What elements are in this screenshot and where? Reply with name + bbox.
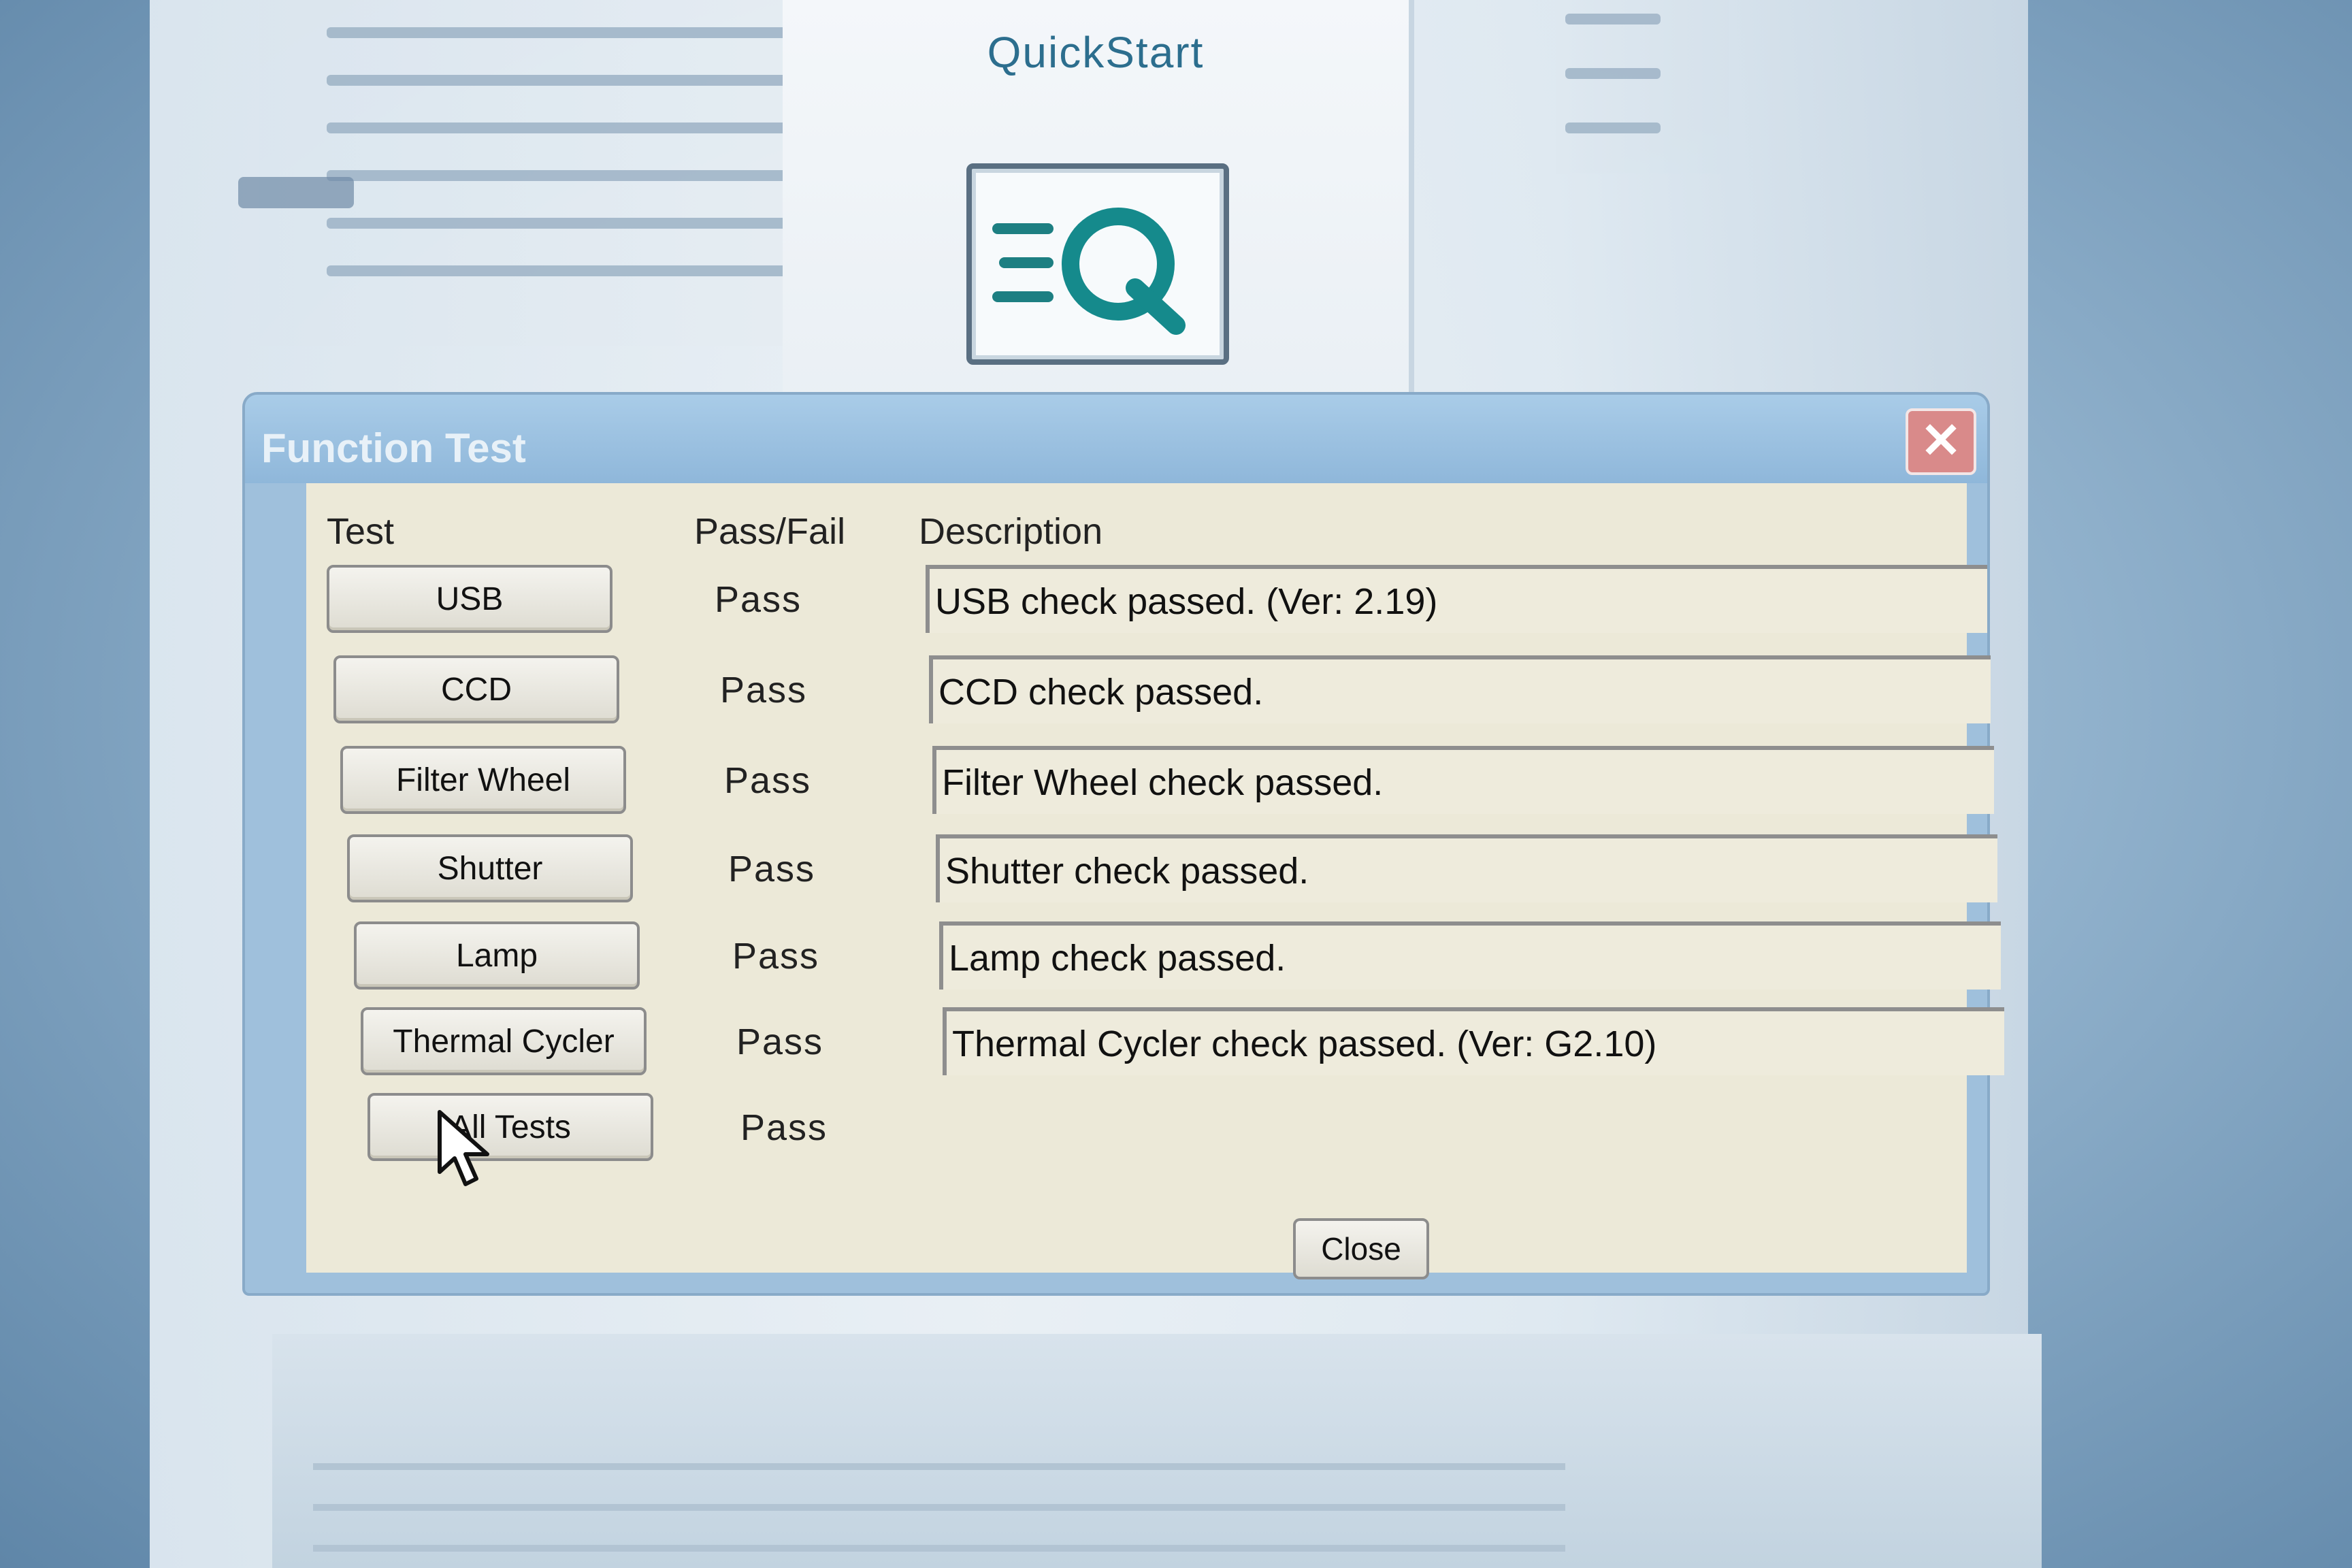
table-row: CCD Pass CCD check passed. [306, 655, 1991, 737]
close-icon: ✕ [1920, 414, 1962, 468]
table-row: Thermal Cycler Pass Thermal Cycler check… [306, 1007, 2004, 1089]
description-field: Shutter check passed. [936, 834, 1997, 902]
all-tests-button[interactable]: All Tests [368, 1093, 653, 1161]
description-field: CCD check passed. [929, 655, 1991, 723]
quickstart-panel: QuickStart [783, 0, 1409, 436]
instrument-logo [238, 177, 354, 208]
ccd-test-button[interactable]: CCD [333, 655, 619, 723]
table-row: All Tests Pass [306, 1093, 1967, 1175]
description-field: Thermal Cycler check passed. (Ver: G2.10… [943, 1007, 2004, 1075]
description-field: Lamp check passed. [939, 921, 2001, 990]
lamp-test-button[interactable]: Lamp [354, 921, 640, 990]
header-description: Description [919, 511, 1103, 552]
base-line [313, 1463, 1565, 1470]
instrument-base [272, 1334, 2042, 1568]
pass-fail-value: Pass [740, 1107, 828, 1148]
pass-fail-value: Pass [720, 670, 808, 710]
close-button[interactable]: Close [1293, 1218, 1429, 1279]
dialog-body: Test Pass/Fail Description USB Pass USB … [306, 483, 2004, 1279]
vent-line [1565, 68, 1661, 79]
table-row: Shutter Pass Shutter check passed. [306, 834, 1997, 916]
pass-fail-value: Pass [728, 849, 816, 889]
thermal-cycler-test-button[interactable]: Thermal Cycler [361, 1007, 647, 1075]
quickstart-title: QuickStart [987, 28, 1205, 77]
eq-logo-svg [992, 208, 1186, 335]
pass-fail-value: Pass [715, 579, 802, 620]
function-test-dialog: Function Test ✕ Test Pass/Fail Descripti… [245, 395, 2004, 1293]
mouse-pointer-icon [438, 1110, 489, 1186]
base-line [313, 1545, 1565, 1552]
description-field: USB check passed. (Ver: 2.19) [926, 565, 1987, 633]
header-pass-fail: Pass/Fail [694, 511, 846, 552]
base-line [313, 1504, 1565, 1511]
header-test: Test [327, 511, 395, 552]
vent-line [1565, 122, 1661, 133]
shutter-test-button[interactable]: Shutter [347, 834, 633, 902]
table-row: Filter Wheel Pass Filter Wheel check pas… [306, 746, 1994, 828]
table-row: Lamp Pass Lamp check passed. [306, 921, 2001, 1003]
pass-fail-value: Pass [724, 760, 812, 801]
desktop-screen: QuickStart Function Test ✕ Test Pass/Fai… [0, 0, 2352, 1568]
vent-line [1565, 14, 1661, 24]
pass-fail-value: Pass [732, 936, 820, 977]
close-x-button[interactable]: ✕ [1906, 408, 1976, 475]
dialog-titlebar[interactable]: Function Test ✕ [245, 395, 1987, 483]
dialog-title: Function Test [261, 425, 526, 471]
eq-logo-icon[interactable] [966, 163, 1229, 365]
description-field: Filter Wheel check passed. [932, 746, 1994, 814]
filter-wheel-test-button[interactable]: Filter Wheel [340, 746, 626, 814]
usb-test-button[interactable]: USB [327, 565, 612, 633]
table-row: USB Pass USB check passed. (Ver: 2.19) [306, 565, 1987, 647]
pass-fail-value: Pass [736, 1022, 824, 1062]
